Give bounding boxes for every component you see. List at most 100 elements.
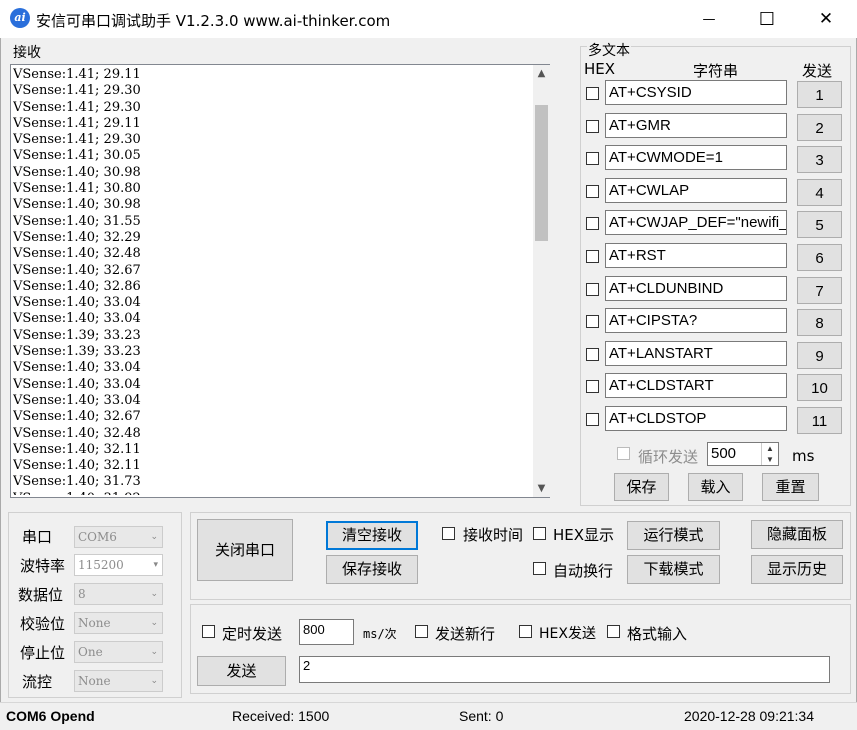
receive-line: VSense:1.40; 31.92 [13, 491, 533, 495]
hex-row-checkbox[interactable] [586, 315, 599, 329]
command-input[interactable]: AT+CLDSTOP [605, 406, 787, 431]
loop-send-checkbox[interactable] [617, 447, 630, 460]
stopbits-select[interactable]: One ⌄ [74, 641, 163, 663]
command-input[interactable]: AT+CLDUNBIND [605, 275, 787, 301]
send-row-button[interactable]: 5 [797, 211, 842, 239]
auto-wrap-checkbox[interactable] [533, 562, 546, 575]
send-row-button[interactable]: 8 [797, 309, 842, 337]
port-select[interactable]: COM6 ⌄ [74, 526, 163, 548]
command-input[interactable]: AT+LANSTART [605, 340, 787, 366]
loop-ms-label: ms [792, 447, 815, 465]
auto-wrap-label: 自动换行 [553, 562, 614, 580]
receive-line: VSense:1.40; 33.04 [13, 360, 141, 376]
show-history-button[interactable]: 显示历史 [751, 555, 843, 584]
receive-scrollbar[interactable]: ▲ ▼ [533, 65, 550, 497]
string-header: 字符串 [693, 62, 739, 80]
receive-line: VSense:1.40; 31.73 [13, 474, 141, 490]
title-bar: ai 安信可串口调试助手 V1.2.3.0 www.ai-thinker.com… [0, 0, 857, 38]
receive-line: VSense:1.40; 32.11 [13, 458, 141, 474]
recv-time-checkbox[interactable] [442, 527, 455, 540]
hex-row-checkbox[interactable] [586, 380, 599, 394]
command-input[interactable]: AT+CLDSTART [605, 373, 787, 399]
receive-content: VSense:1.41; 29.11 VSense:1.41; 29.30 VSen… [13, 67, 533, 495]
send-row-button[interactable]: 7 [797, 276, 842, 304]
command-input[interactable]: AT+GMR [605, 112, 787, 138]
loop-interval-input[interactable]: 500 ▲ ▼ [707, 442, 779, 466]
spin-arrows-icon[interactable]: ▲ ▼ [761, 443, 778, 465]
hide-panel-button[interactable]: 隐藏面板 [751, 520, 843, 549]
send-row-button[interactable]: 1 [797, 81, 842, 108]
chevron-down-icon: ▾ [153, 560, 158, 570]
parity-label: 校验位 [20, 615, 66, 633]
clear-receive-button[interactable]: 清空接收 [326, 521, 418, 550]
receive-line: VSense:1.41; 29.11 [13, 115, 141, 131]
hex-row-checkbox[interactable] [586, 184, 599, 198]
baud-label: 波特率 [20, 557, 66, 575]
send-row-button[interactable]: 11 [797, 407, 842, 434]
hex-row-checkbox[interactable] [586, 152, 599, 166]
command-input[interactable]: AT+CIPSTA? [605, 308, 787, 334]
stopbits-value: One [78, 645, 103, 659]
send-button[interactable]: 发送 [197, 656, 286, 686]
hex-row-checkbox[interactable] [586, 217, 599, 231]
send-row-button[interactable]: 4 [797, 178, 842, 206]
hex-row-checkbox[interactable] [586, 250, 599, 263]
command-input[interactable]: AT+CWLAP [605, 177, 787, 203]
receive-line: VSense:1.40; 33.04 [13, 392, 141, 408]
scroll-down-icon[interactable]: ▼ [533, 480, 550, 497]
close-button[interactable]: ✕ [795, 0, 857, 38]
receive-group-title: 接收 [12, 42, 42, 62]
command-input[interactable]: AT+RST [605, 243, 787, 268]
close-port-button[interactable]: 关闭串口 [197, 519, 293, 581]
save-receive-button[interactable]: 保存接收 [326, 555, 418, 584]
receive-line: VSense:1.40; 32.67 [13, 262, 141, 278]
scroll-thumb[interactable] [535, 105, 548, 241]
send-row-button[interactable]: 6 [797, 244, 842, 271]
download-mode-button[interactable]: 下载模式 [627, 555, 720, 584]
maximize-button[interactable]: ☐ [736, 0, 798, 38]
baud-select[interactable]: 115200 ▾ [74, 554, 163, 576]
databits-value: 8 [78, 587, 86, 601]
scroll-up-icon[interactable]: ▲ [533, 65, 550, 82]
hex-row-checkbox[interactable] [586, 347, 599, 361]
send-text-input[interactable]: 2 [299, 656, 830, 683]
sent-count: Sent: 0 [459, 708, 504, 724]
hex-row-checkbox[interactable] [586, 282, 599, 296]
format-input-checkbox[interactable] [607, 625, 620, 638]
save-multi-button[interactable]: 保存 [614, 473, 669, 501]
send-newline-checkbox[interactable] [415, 625, 428, 638]
hex-row-checkbox[interactable] [586, 119, 599, 133]
command-input[interactable]: AT+CWJAP_DEF="newifi_ [605, 210, 787, 236]
send-row-button[interactable]: 2 [797, 113, 842, 141]
parity-select[interactable]: None ⌄ [74, 612, 163, 634]
send-row-button[interactable]: 9 [797, 341, 842, 369]
reset-multi-button[interactable]: 重置 [762, 473, 819, 501]
receive-line: VSense:1.40; 32.48 [13, 246, 141, 262]
send-row-button[interactable]: 10 [797, 374, 842, 402]
timed-send-checkbox[interactable] [202, 625, 215, 638]
command-input[interactable]: AT+CSYSID [605, 80, 787, 105]
send-row-button[interactable]: 3 [797, 146, 842, 174]
receive-line: VSense:1.41; 29.30 [13, 132, 141, 148]
baud-value: 115200 [78, 558, 124, 572]
command-input[interactable]: AT+CWMODE=1 [605, 145, 787, 171]
receive-textarea[interactable]: VSense:1.41; 29.11 VSense:1.41; 29.30 VSen… [10, 64, 550, 498]
load-multi-button[interactable]: 载入 [688, 473, 743, 501]
chevron-down-icon: ⌄ [150, 647, 158, 657]
hex-display-checkbox[interactable] [533, 527, 546, 540]
hex-row-checkbox[interactable] [586, 413, 599, 426]
receive-line: VSense:1.41; 30.05 [13, 148, 141, 164]
databits-select[interactable]: 8 ⌄ [74, 583, 163, 605]
receive-line: VSense:1.40; 30.98 [13, 164, 141, 180]
recv-time-label: 接收时间 [463, 526, 524, 544]
interval-input[interactable]: 800 [299, 619, 354, 645]
receive-line: VSense:1.39; 33.23 [13, 344, 141, 360]
minimize-button[interactable]: — [678, 0, 740, 38]
received-count: Received: 1500 [232, 708, 330, 724]
hex-send-checkbox[interactable] [519, 625, 532, 638]
flow-select[interactable]: None ⌄ [74, 670, 163, 692]
hex-display-label: HEX显示 [553, 526, 615, 544]
hex-row-checkbox[interactable] [586, 87, 599, 100]
run-mode-button[interactable]: 运行模式 [627, 521, 720, 550]
databits-label: 数据位 [18, 586, 64, 604]
